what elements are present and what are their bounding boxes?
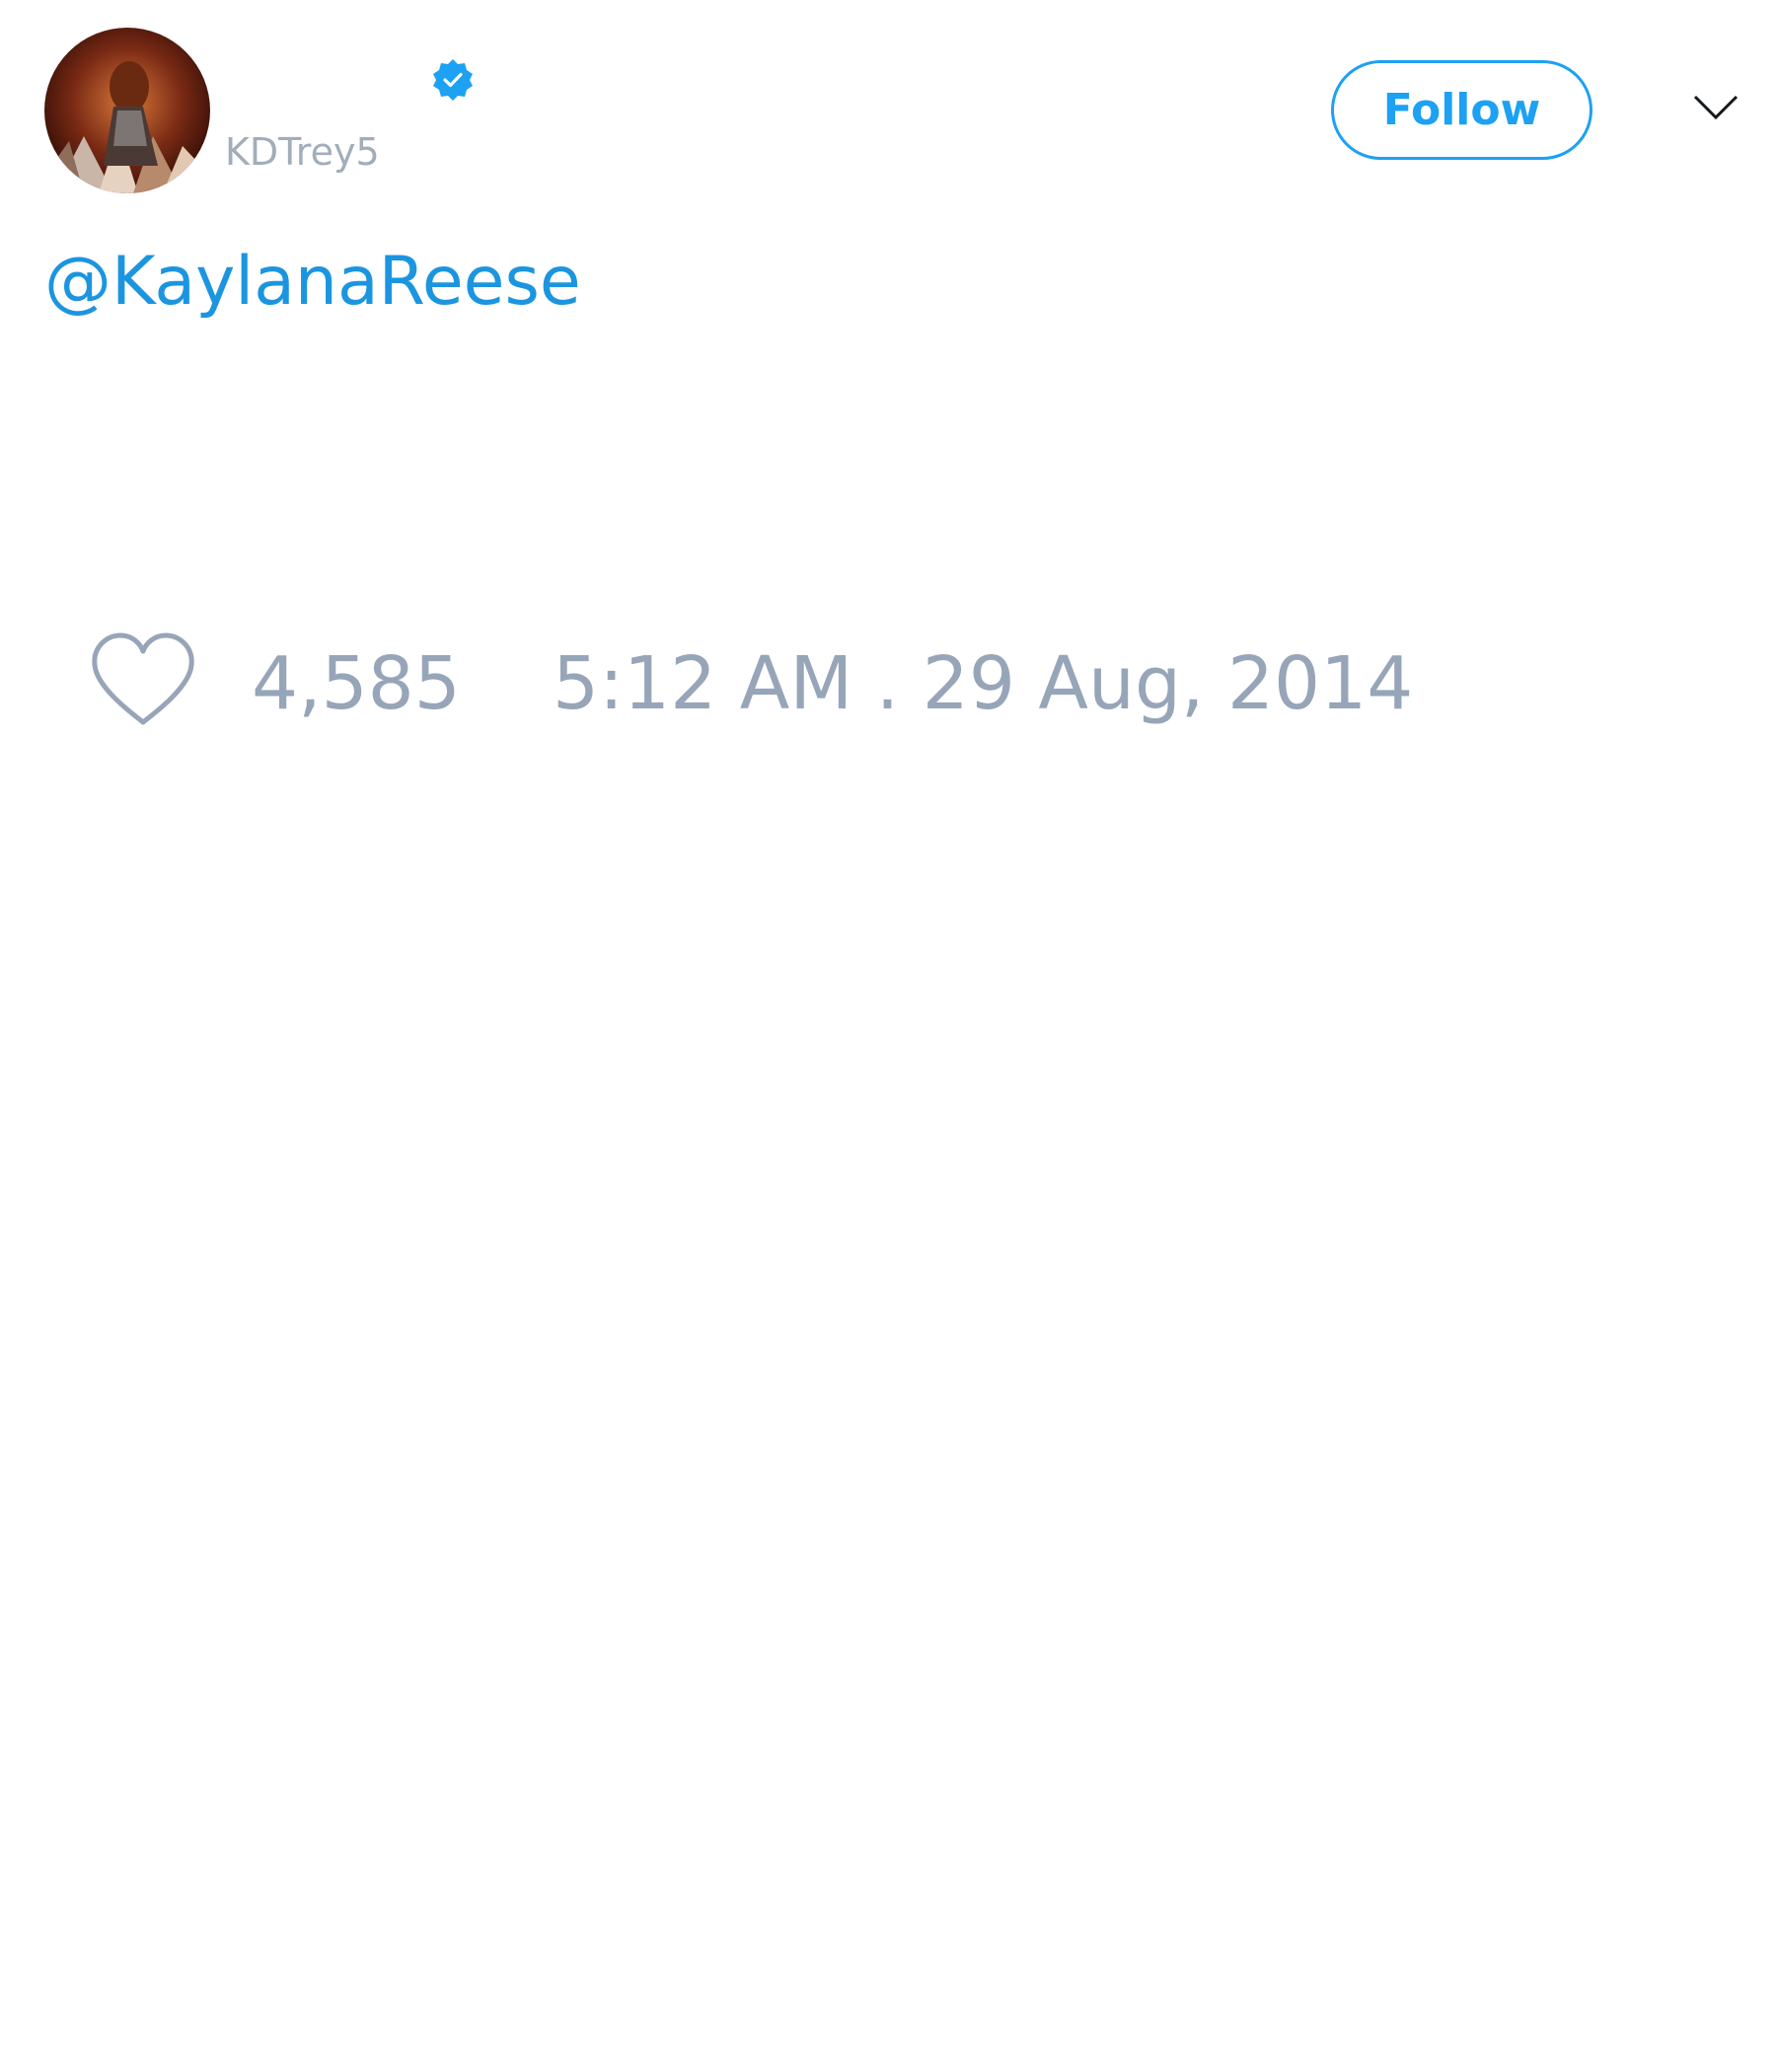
follow-button[interactable]: Follow bbox=[1331, 60, 1592, 160]
chevron-down-icon[interactable] bbox=[1691, 89, 1740, 128]
follow-button-label: Follow bbox=[1382, 85, 1541, 135]
user-handle[interactable]: KDTrey5 bbox=[225, 128, 380, 176]
avatar[interactable] bbox=[44, 28, 210, 193]
mention-link[interactable]: @KaylanaReese bbox=[44, 242, 581, 323]
verified-badge-icon bbox=[430, 57, 476, 103]
avatar-image bbox=[44, 28, 210, 193]
tweet-timestamp[interactable]: 5:12 AM . 29 Aug, 2014 bbox=[553, 641, 1413, 726]
heart-icon[interactable] bbox=[89, 631, 197, 730]
display-name[interactable] bbox=[227, 61, 405, 101]
like-count[interactable]: 4,585 bbox=[252, 641, 461, 726]
